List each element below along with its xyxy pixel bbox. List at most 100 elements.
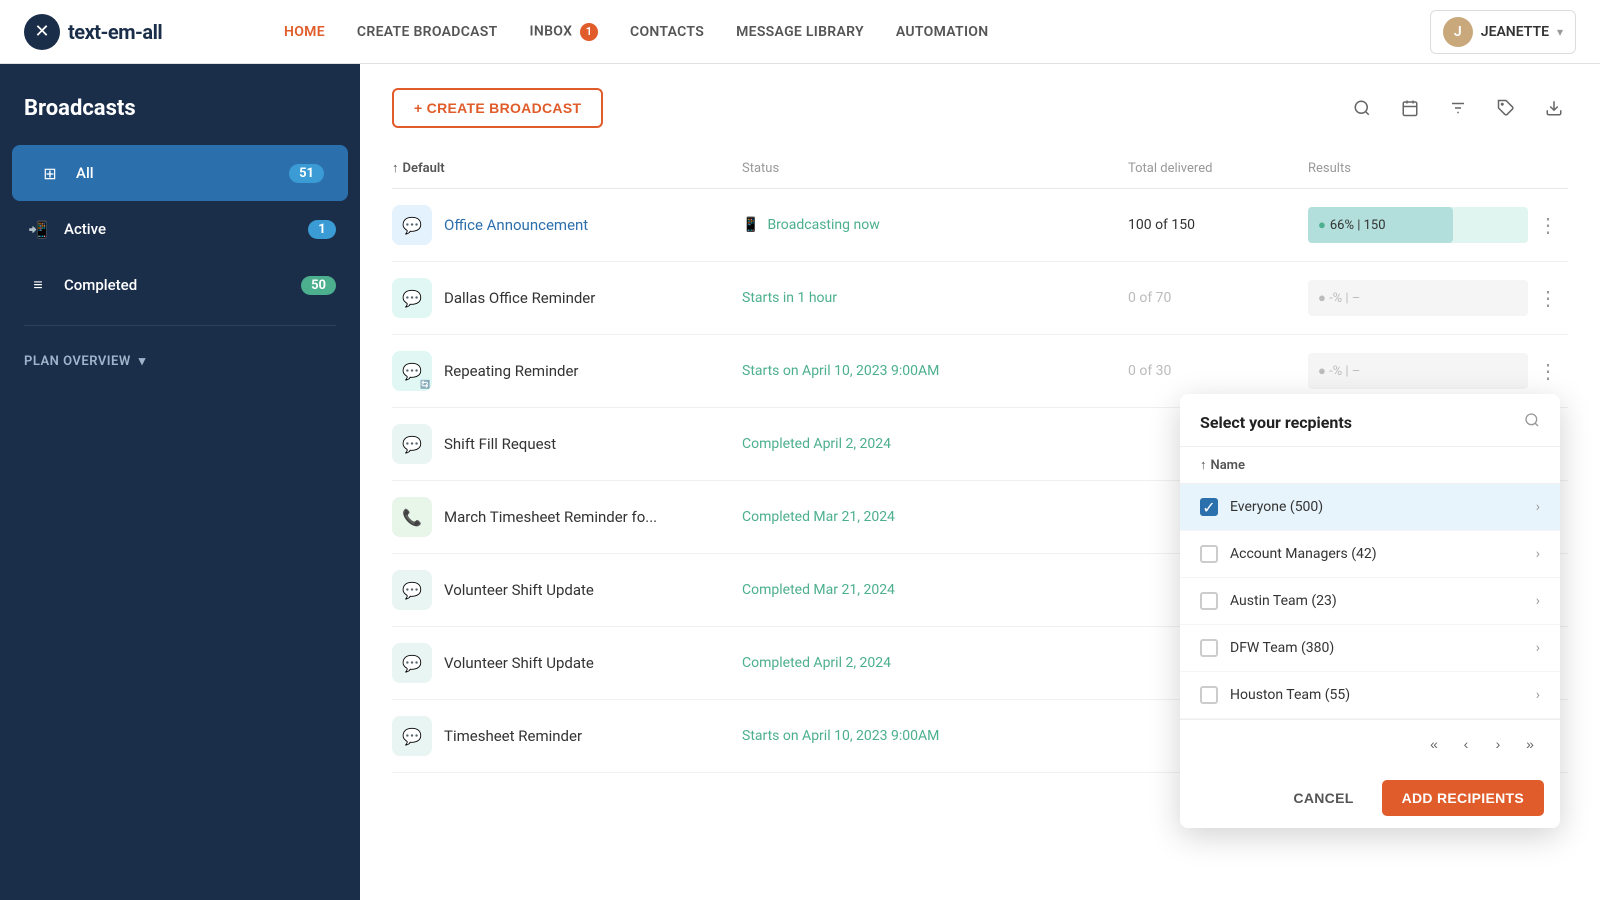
last-page-button[interactable]: » — [1516, 730, 1544, 758]
nav-inbox[interactable]: INBOX 1 — [530, 23, 598, 41]
plan-overview[interactable]: PLAN OVERVIEW ▾ — [0, 338, 360, 385]
checkbox-dfw-team[interactable] — [1200, 639, 1218, 657]
dropdown-item-houston-team[interactable]: Houston Team (55) › — [1180, 672, 1560, 719]
item-name-everyone: Everyone (500) — [1230, 499, 1524, 515]
nav-automation[interactable]: AUTOMATION — [896, 24, 989, 40]
user-menu[interactable]: J JEANETTE ▾ — [1430, 10, 1576, 54]
status-cell: Completed April 2, 2024 — [742, 655, 1128, 671]
status-text: Completed April 2, 2024 — [742, 655, 891, 671]
broadcast-icon: 💬 — [392, 716, 432, 756]
broadcast-icon: 📞 — [392, 497, 432, 537]
status-cell: 📱 Broadcasting now — [742, 217, 1128, 233]
item-name-dfw-team: DFW Team (380) — [1230, 640, 1524, 656]
user-dropdown-chevron: ▾ — [1557, 25, 1563, 39]
next-page-button[interactable]: › — [1484, 730, 1512, 758]
sidebar-item-all[interactable]: ⊞ All 51 — [12, 145, 348, 201]
dropdown-item-austin-team[interactable]: Austin Team (23) › — [1180, 578, 1560, 625]
more-button[interactable]: ⋮ — [1528, 213, 1568, 237]
status-text: Starts on April 10, 2023 9:00AM — [742, 363, 939, 379]
table-header: ↑ Default Status Total delivered Results — [392, 152, 1568, 189]
label-icon[interactable] — [1492, 94, 1520, 122]
dropdown-item-everyone[interactable]: ✓ Everyone (500) › — [1180, 484, 1560, 531]
broadcast-name-cell: 💬 Volunteer Shift Update — [392, 570, 742, 610]
status-cell: Starts on April 10, 2023 9:00AM — [742, 728, 1128, 744]
status-text: Completed Mar 21, 2024 — [742, 582, 895, 598]
broadcast-name: Volunteer Shift Update — [444, 654, 594, 672]
col-status: Status — [742, 160, 1128, 176]
more-button[interactable]: ⋮ — [1528, 359, 1568, 383]
toolbar: + CREATE BROADCAST — [392, 88, 1568, 128]
broadcast-icon: 💬🔄 — [392, 351, 432, 391]
filter-icon[interactable] — [1444, 94, 1472, 122]
col-actions — [1528, 160, 1568, 176]
active-count: 1 — [308, 220, 336, 239]
prev-page-button[interactable]: ‹ — [1452, 730, 1480, 758]
nav-message-library[interactable]: MESSAGE LIBRARY — [736, 24, 864, 40]
status-text: Broadcasting now — [767, 217, 879, 233]
sidebar-title: Broadcasts — [0, 96, 360, 145]
completed-icon: ≡ — [24, 271, 52, 299]
broadcast-name-cell: 💬 Shift Fill Request — [392, 424, 742, 464]
results-cell: ● -% | – — [1308, 280, 1528, 316]
delivered-cell: 0 of 70 — [1128, 290, 1308, 306]
recipient-dropdown: Select your recpients ↑ Name ✓ Everyone … — [1180, 394, 1560, 828]
broadcast-name-cell: 💬 Volunteer Shift Update — [392, 643, 742, 683]
status-cell: Starts on April 10, 2023 9:00AM — [742, 363, 1128, 379]
sidebar-item-active[interactable]: 📲 Active 1 — [0, 201, 360, 257]
broadcast-name-cell: 💬🔄 Repeating Reminder — [392, 351, 742, 391]
table-row: 💬 Dallas Office Reminder Starts in 1 hou… — [392, 262, 1568, 335]
status-cell: Completed April 2, 2024 — [742, 436, 1128, 452]
more-button[interactable]: ⋮ — [1528, 286, 1568, 310]
col-delivered: Total delivered — [1128, 160, 1308, 176]
dropdown-header: Select your recpients — [1180, 394, 1560, 447]
broadcast-name[interactable]: Office Announcement — [444, 216, 588, 234]
dropdown-item-dfw-team[interactable]: DFW Team (380) › — [1180, 625, 1560, 672]
dropdown-item-account-managers[interactable]: Account Managers (42) › — [1180, 531, 1560, 578]
main-content: + CREATE BROADCAST — [360, 64, 1600, 900]
logo-icon: ✕ — [24, 14, 60, 50]
nav-home[interactable]: HOME — [284, 24, 325, 40]
checkbox-austin-team[interactable] — [1200, 592, 1218, 610]
item-name-account-managers: Account Managers (42) — [1230, 546, 1524, 562]
plan-overview-chevron: ▾ — [139, 354, 146, 369]
item-name-houston-team: Houston Team (55) — [1230, 687, 1524, 703]
broadcast-name: Volunteer Shift Update — [444, 581, 594, 599]
all-count: 51 — [289, 164, 324, 183]
broadcast-icon: 💬 — [392, 570, 432, 610]
search-icon[interactable] — [1348, 94, 1376, 122]
cancel-button[interactable]: CANCEL — [1277, 782, 1369, 814]
broadcast-name-cell: 💬 Office Announcement — [392, 205, 742, 245]
calendar-icon[interactable] — [1396, 94, 1424, 122]
sidebar-label-active: Active — [64, 220, 296, 238]
all-icon: ⊞ — [36, 159, 64, 187]
col-default[interactable]: ↑ Default — [392, 160, 742, 176]
dropdown-pagination: « ‹ › » — [1180, 719, 1560, 768]
dropdown-col-header: ↑ Name — [1180, 447, 1560, 484]
body-layout: Broadcasts ⊞ All 51 📲 Active 1 ≡ Complet… — [0, 64, 1600, 900]
nav-links: HOME CREATE BROADCAST INBOX 1 CONTACTS M… — [224, 23, 1430, 41]
download-icon[interactable] — [1540, 94, 1568, 122]
add-recipients-button[interactable]: ADD RECIPIENTS — [1382, 780, 1544, 816]
checkbox-account-managers[interactable] — [1200, 545, 1218, 563]
dropdown-actions: CANCEL ADD RECIPIENTS — [1180, 768, 1560, 828]
results-cell: ● -% | – — [1308, 353, 1528, 389]
create-broadcast-button[interactable]: + CREATE BROADCAST — [392, 88, 603, 128]
nav-contacts[interactable]: CONTACTS — [630, 24, 704, 40]
broadcast-name: March Timesheet Reminder fo... — [444, 508, 657, 526]
toolbar-icons — [1348, 94, 1568, 122]
sidebar-item-completed[interactable]: ≡ Completed 50 — [0, 257, 360, 313]
active-icon: 📲 — [24, 215, 52, 243]
status-text: Starts in 1 hour — [742, 290, 837, 306]
logo-area: ✕ text-em-all — [24, 14, 224, 50]
dropdown-search-icon[interactable] — [1524, 412, 1540, 432]
checkbox-everyone[interactable]: ✓ — [1200, 498, 1218, 516]
chevron-icon: › — [1536, 687, 1540, 703]
status-text: Completed April 2, 2024 — [742, 436, 891, 452]
chevron-icon: › — [1536, 593, 1540, 609]
first-page-button[interactable]: « — [1420, 730, 1448, 758]
checkbox-houston-team[interactable] — [1200, 686, 1218, 704]
sidebar-divider — [24, 325, 336, 326]
top-nav: ✕ text-em-all HOME CREATE BROADCAST INBO… — [0, 0, 1600, 64]
inbox-badge: 1 — [580, 23, 598, 41]
nav-create-broadcast[interactable]: CREATE BROADCAST — [357, 24, 498, 40]
